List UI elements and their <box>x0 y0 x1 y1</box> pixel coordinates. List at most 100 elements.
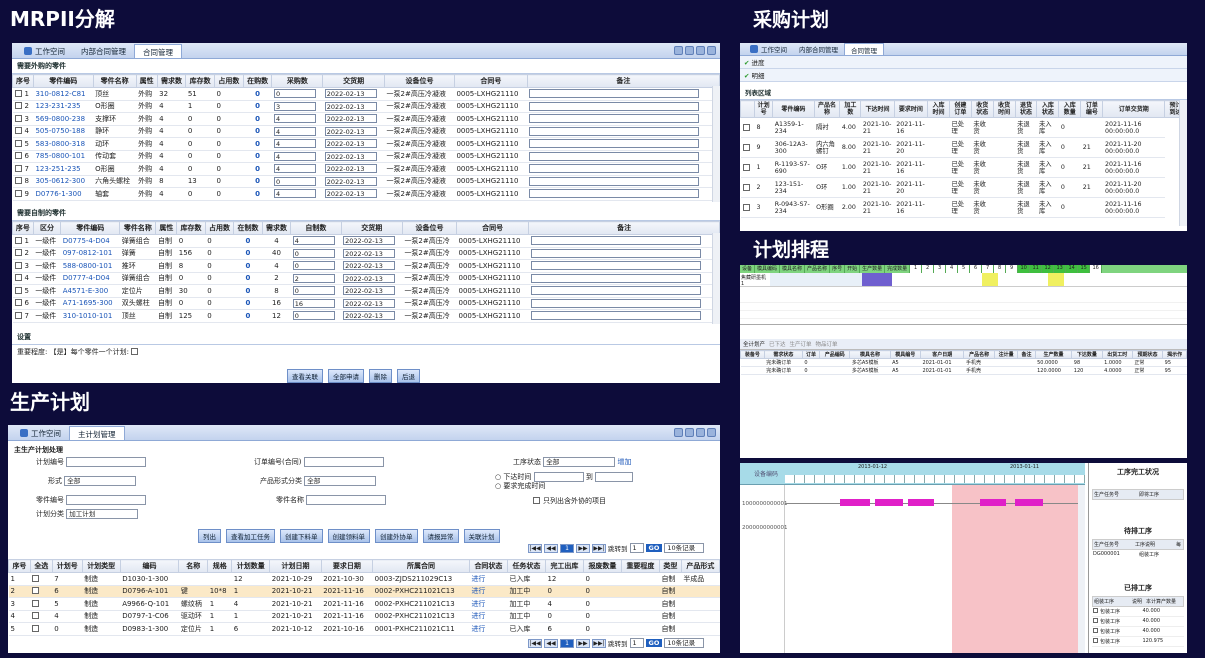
subtab[interactable]: 已下达 <box>769 340 786 348</box>
self-qty-input[interactable]: 2 <box>292 273 335 283</box>
table-row[interactable]: 2 123-151-234 O环 1.00 2021-10-21 2021-11-20 已处… <box>740 177 1187 198</box>
tab-internal-contract[interactable]: 内部合同管理 <box>73 44 134 58</box>
window-button-icon[interactable] <box>696 46 705 55</box>
plan-no-input[interactable] <box>66 457 147 467</box>
note-input[interactable] <box>530 286 701 296</box>
row-checkbox[interactable] <box>32 624 40 632</box>
purchase-qty-input[interactable]: 4 <box>273 164 316 174</box>
table-row[interactable]: 7 123-251-235 O形圈 外购 4 0 0 0 4 2022-02-13 一泵2#高压冷凝… <box>12 162 720 176</box>
scrollbar[interactable] <box>712 86 720 202</box>
table-row[interactable]: 4 4 制造 D0797-1-C06 驱动环 1 1 2021-10-21 2021-11-16… <box>8 610 720 623</box>
table-row[interactable]: 2 123-231-235 O形圈 外购 4 1 0 0 3 2022-02-13 一泵2#高压冷凝… <box>12 100 720 113</box>
note-input[interactable] <box>529 126 700 136</box>
table-row[interactable]: 5 0 制造 D0983-1-300 定位片 1 6 2021-10-12 2021-10-16… <box>8 622 720 636</box>
self-qty-input[interactable]: 0 <box>292 311 335 321</box>
delivery-date-input[interactable]: 2022-02-13 <box>324 139 377 149</box>
delivery-date-input[interactable]: 2022-02-13 <box>324 151 377 161</box>
gantt-bar[interactable] <box>908 499 934 506</box>
note-input[interactable] <box>530 311 701 321</box>
note-input[interactable] <box>530 273 701 283</box>
order-no-input[interactable] <box>303 457 384 467</box>
radio-icon[interactable]: ○ <box>495 482 501 490</box>
delivery-date-input[interactable]: 2022-02-13 <box>324 176 377 186</box>
row-checkbox[interactable] <box>14 236 22 244</box>
table-row[interactable]: 9 306-12A3-300 内六角螺钉 8.00 2021-10-21 2021-11-… <box>740 137 1187 158</box>
note-input[interactable] <box>530 261 701 271</box>
current-page[interactable]: 1 <box>560 543 574 553</box>
purchase-qty-input[interactable]: 4 <box>273 151 316 161</box>
first-page-icon[interactable]: |◀◀ <box>528 543 542 553</box>
row-checkbox[interactable] <box>1093 638 1098 643</box>
window-button-icon[interactable] <box>685 46 694 55</box>
tab-contract-manage[interactable]: 合同管理 <box>134 44 182 58</box>
row-checkbox[interactable] <box>32 612 40 620</box>
gantt-bar[interactable] <box>875 499 903 506</box>
row-checkbox[interactable] <box>742 163 750 171</box>
purchase-qty-input[interactable]: 0 <box>273 176 316 186</box>
delivery-date-input[interactable]: 2022-02-13 <box>343 248 396 258</box>
table-row[interactable]: 2 一级件 097-0812-101 弹簧 自制 156 0 0 40 0 2022-02-13 一泵… <box>12 247 720 260</box>
table-row[interactable]: 9 D0776-1-300 轴套 外购 4 0 0 0 4 2022-02-13 一泵2#高压冷凝液… <box>12 187 720 201</box>
delivery-date-input[interactable]: 2022-02-13 <box>343 311 396 321</box>
tab-internal-contract[interactable]: 内部合同管理 <box>793 43 844 55</box>
table-row[interactable]: 1 R-1193-S7-690 O环 1.00 2021-10-21 2021-11-16… <box>740 157 1187 178</box>
table-row[interactable]: 2 6 制造 D0796-A-101 键 10*8 1 2021-10-21 2021-11-1… <box>8 585 720 598</box>
window-button-icon[interactable] <box>674 46 683 55</box>
list-button[interactable]: 列出 <box>198 529 221 543</box>
note-input[interactable] <box>530 236 701 246</box>
purchase-qty-input[interactable]: 3 <box>273 101 316 111</box>
done-row[interactable]: 包装工序 40.000 <box>1092 627 1184 637</box>
row-checkbox[interactable] <box>14 299 22 307</box>
table-row[interactable]: 3 R-0943-S7-234 O形圈 2.00 2021-10-21 2021-11-1… <box>740 197 1187 218</box>
category-select[interactable]: 全部 <box>304 476 377 486</box>
create-picking-button[interactable]: 创建领料单 <box>327 529 370 543</box>
part-no-input[interactable] <box>66 495 147 505</box>
note-input[interactable] <box>529 151 700 161</box>
view-related-button[interactable]: 查看关联 <box>287 369 323 383</box>
delivery-date-input[interactable]: 2022-02-13 <box>343 273 396 283</box>
row-checkbox[interactable] <box>14 164 22 172</box>
window-button-icon[interactable] <box>685 428 694 437</box>
radio-icon[interactable]: ○ <box>495 473 501 481</box>
table-row[interactable]: 1 7 制造 D1030-1-300 12 2021-10-29 2021-10-30 000… <box>8 572 720 586</box>
go-button[interactable]: GO <box>645 639 663 647</box>
row-checkbox[interactable] <box>32 599 40 607</box>
window-button-icon[interactable] <box>674 428 683 437</box>
row-checkbox[interactable] <box>14 114 22 122</box>
row-checkbox[interactable] <box>742 203 750 211</box>
next-page-icon[interactable]: ▶▶ <box>576 638 590 648</box>
note-input[interactable] <box>529 164 700 174</box>
scrollbar[interactable] <box>1179 100 1187 226</box>
row-checkbox[interactable] <box>1093 628 1098 633</box>
row-checkbox[interactable] <box>14 261 22 269</box>
table-row[interactable]: 4 一级件 D0777-4-D04 弹簧组合 自制 0 0 0 2 2 2022-02-13 一泵2#… <box>12 272 720 285</box>
note-input[interactable] <box>529 189 700 199</box>
last-page-icon[interactable]: ▶▶| <box>592 543 606 553</box>
row-checkbox[interactable] <box>14 274 22 282</box>
prev-page-icon[interactable]: ◀◀ <box>544 543 558 553</box>
delivery-date-input[interactable]: 2022-02-13 <box>324 114 377 124</box>
row-checkbox[interactable] <box>14 189 22 197</box>
delivery-date-input[interactable]: 2022-02-13 <box>324 189 377 199</box>
view-task-button[interactable]: 查看加工任务 <box>226 529 275 543</box>
table-row[interactable]: 4 505-0750-188 静环 外购 4 0 0 0 4 2022-02-13 一泵2#高压冷凝… <box>12 125 720 138</box>
purchase-qty-input[interactable]: 0 <box>273 89 316 99</box>
self-qty-input[interactable]: 16 <box>292 298 335 308</box>
row-checkbox[interactable] <box>742 183 750 191</box>
schedule-bar[interactable] <box>1048 273 1064 286</box>
date-to-input[interactable] <box>595 472 634 482</box>
subtab[interactable]: 物品订单 <box>816 340 838 348</box>
table-row[interactable]: 1 310-0812-C81 顶丝 外购 32 51 0 0 0 2022-02-13 一泵2#高压… <box>12 87 720 101</box>
row-checkbox[interactable] <box>14 177 22 185</box>
menu-progress[interactable]: ✔ 进度 <box>740 56 1187 69</box>
self-qty-input[interactable]: 0 <box>292 261 335 271</box>
shape-select[interactable]: 全部 <box>64 476 137 486</box>
purchase-qty-input[interactable]: 4 <box>273 189 316 199</box>
delivery-date-input[interactable]: 2022-02-13 <box>324 89 377 99</box>
back-button[interactable]: 后退 <box>397 369 420 383</box>
settings-checkbox[interactable] <box>131 348 139 355</box>
note-input[interactable] <box>529 176 700 186</box>
page-size-select[interactable]: 10条记录 <box>664 638 705 648</box>
table-row[interactable]: 5 583-0800-318 动环 外购 4 0 0 0 4 2022-02-13 一泵2#高压冷凝… <box>12 137 720 151</box>
report-exception-button[interactable]: 请报异常 <box>422 529 459 543</box>
